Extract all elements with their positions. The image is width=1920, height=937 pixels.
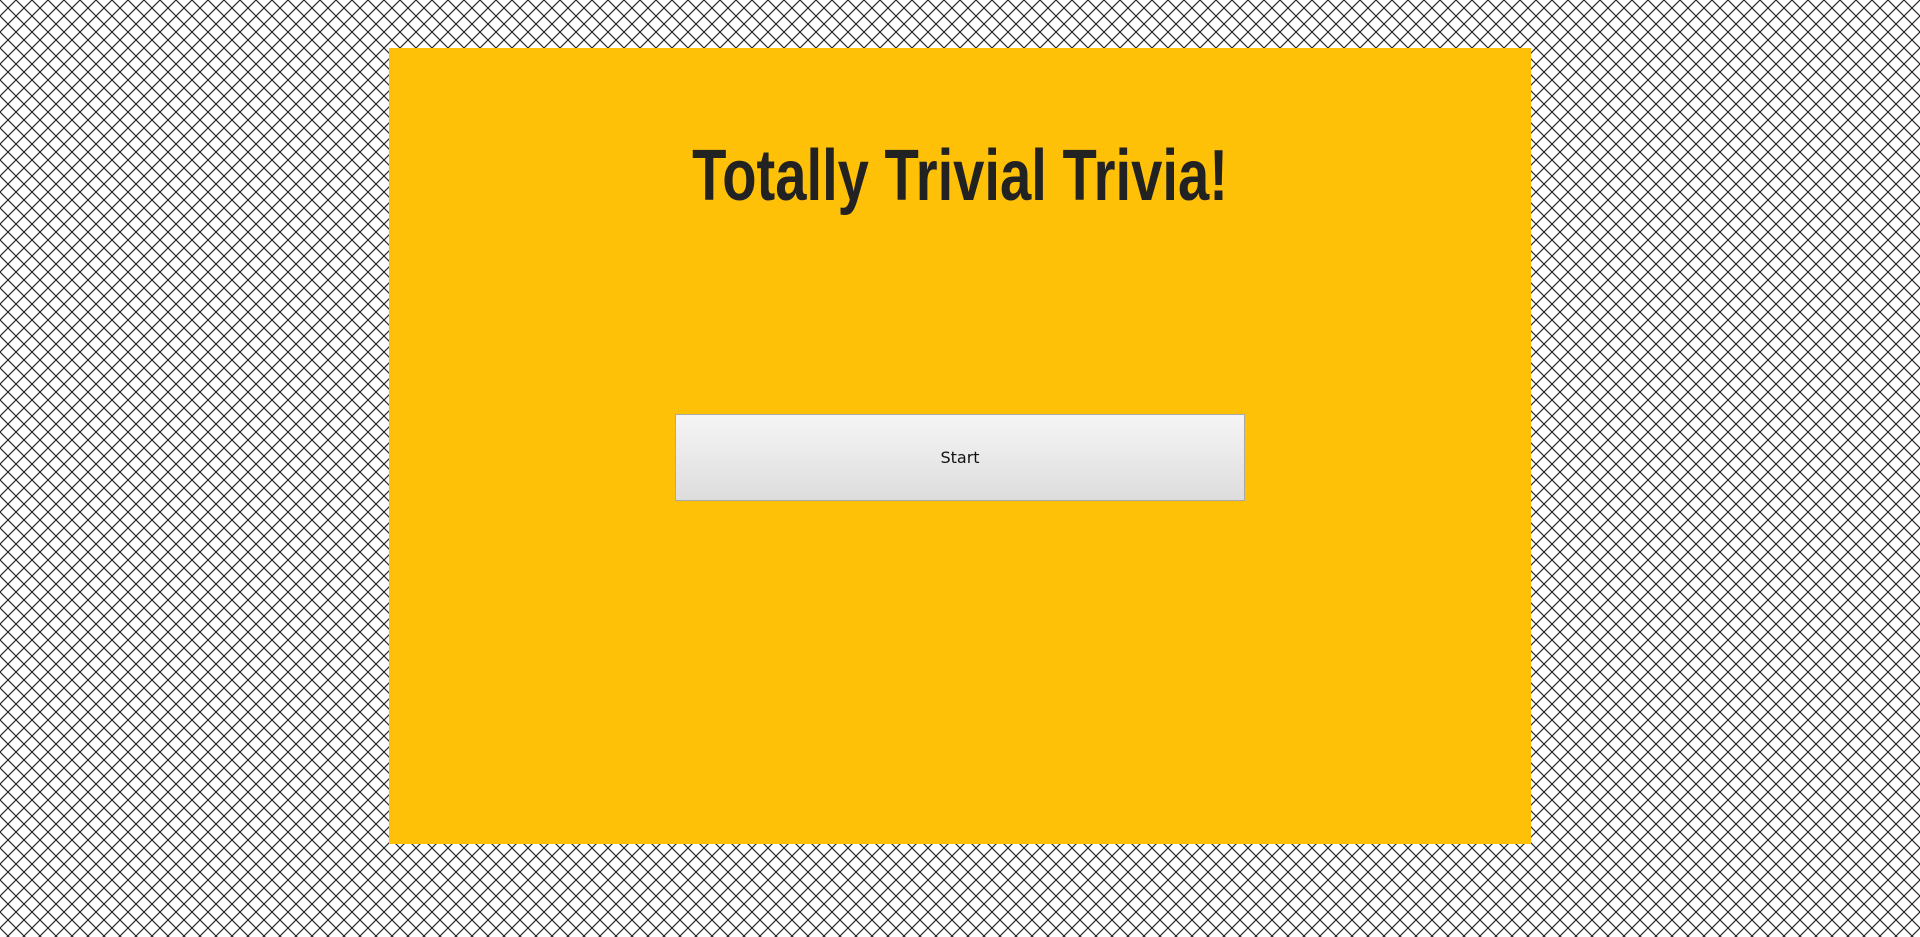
- trivia-panel: Totally Trivial Trivia! Start: [389, 48, 1531, 844]
- start-button[interactable]: Start: [675, 414, 1245, 501]
- page-title: Totally Trivial Trivia!: [692, 136, 1228, 216]
